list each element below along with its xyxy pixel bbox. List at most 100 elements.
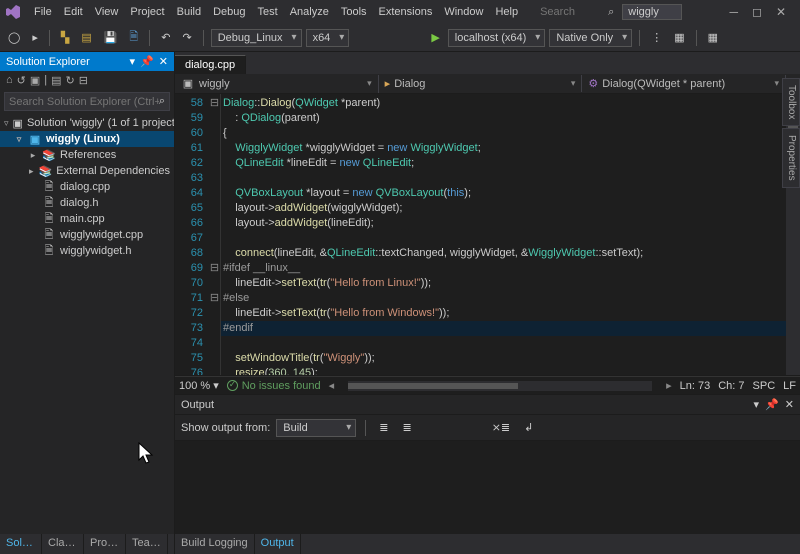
- editor-tab-bar: dialog.cpp: [175, 52, 800, 74]
- vs-logo-icon: [4, 3, 22, 21]
- sln-home-icon[interactable]: ⌂: [6, 74, 13, 87]
- toolbar-extra-3[interactable]: ▦: [704, 28, 722, 47]
- solution-tree[interactable]: ▿ ▣ Solution 'wiggly' (1 of 1 project) ▿…: [0, 113, 174, 534]
- bottom-tab[interactable]: Soluti…: [0, 534, 42, 554]
- output-wrap-icon[interactable]: ↲: [520, 418, 537, 437]
- toolbar-extra-2[interactable]: ▦: [670, 28, 688, 47]
- search-icon[interactable]: ⌕: [608, 6, 614, 19]
- panel-dropdown-icon[interactable]: ▾: [754, 398, 760, 411]
- tree-node[interactable]: 🗎wigglywidget.h: [0, 243, 174, 259]
- window-minimize-icon[interactable]: ─: [729, 5, 738, 19]
- file-icon: 📚: [39, 164, 53, 178]
- window-close-icon[interactable]: ✕: [776, 5, 786, 19]
- search-icon[interactable]: ⌕: [159, 95, 165, 108]
- nav-class[interactable]: ▸Dialog▾: [379, 75, 583, 92]
- output-source-combo[interactable]: Build: [276, 419, 356, 437]
- tree-node[interactable]: ▸📚References: [0, 147, 174, 163]
- menu-project[interactable]: Project: [124, 3, 170, 21]
- check-icon: [227, 380, 238, 391]
- start-debug-button[interactable]: ▶: [427, 28, 443, 47]
- tree-node[interactable]: ▸📚External Dependencies: [0, 163, 174, 179]
- output-body[interactable]: [175, 441, 800, 534]
- save-button[interactable]: 💾: [100, 28, 122, 47]
- indent-indicator[interactable]: SPC: [753, 380, 776, 392]
- config-combo[interactable]: Debug_Linux: [211, 29, 302, 47]
- panel-pin-icon[interactable]: 📌: [140, 55, 154, 68]
- zoom-label: 100 %: [179, 380, 210, 392]
- solution-root[interactable]: ▿ ▣ Solution 'wiggly' (1 of 1 project): [0, 115, 174, 131]
- nav-fwd-button[interactable]: ▸: [28, 28, 42, 47]
- solution-search-input[interactable]: [9, 96, 159, 108]
- menu-view[interactable]: View: [89, 3, 125, 21]
- file-icon: 🗎: [42, 196, 56, 210]
- redo-button[interactable]: ↷: [179, 28, 196, 47]
- output-tool-1[interactable]: ≣: [375, 418, 392, 437]
- sln-showall-icon[interactable]: ▤: [51, 74, 61, 87]
- menu-debug[interactable]: Debug: [207, 3, 251, 21]
- code-surface[interactable]: Dialog::Dialog(QWidget *parent) : QDialo…: [221, 94, 786, 375]
- debug-type-combo[interactable]: Native Only: [549, 29, 632, 47]
- solution-explorer-panel: Solution Explorer ▾ 📌 ✕ ⌂ ↺ ▣ | ▤ ↻ ⊟ ⌕ …: [0, 52, 175, 554]
- platform-combo[interactable]: x64: [306, 29, 350, 47]
- bottom-tab[interactable]: Build Logging: [175, 534, 255, 554]
- horizontal-scrollbar[interactable]: [348, 381, 652, 391]
- global-search-input[interactable]: [540, 6, 600, 18]
- debug-target-combo[interactable]: localhost (x64): [448, 29, 546, 47]
- solution-search[interactable]: ⌕: [4, 92, 170, 111]
- window-maximize-icon[interactable]: ◻: [752, 5, 762, 19]
- side-tab-properties[interactable]: Properties: [782, 128, 800, 188]
- menu-analyze[interactable]: Analyze: [284, 3, 335, 21]
- bottom-tab[interactable]: Team…: [126, 534, 168, 554]
- open-button[interactable]: ▤: [77, 28, 95, 47]
- tree-node[interactable]: 🗎dialog.cpp: [0, 179, 174, 195]
- save-all-button[interactable]: 🗎: [125, 25, 142, 50]
- output-clear-icon[interactable]: ⨯≣: [488, 418, 514, 437]
- sln-scope-icon[interactable]: ▣: [30, 74, 40, 87]
- bottom-tab[interactable]: Output: [255, 534, 301, 554]
- tree-node[interactable]: 🗎main.cpp: [0, 211, 174, 227]
- bottom-tab[interactable]: Class…: [42, 534, 84, 554]
- menu-test[interactable]: Test: [252, 3, 284, 21]
- panel-close-icon[interactable]: ✕: [159, 55, 168, 68]
- project-icon: ▣: [28, 132, 42, 146]
- panel-close-icon[interactable]: ✕: [785, 398, 794, 411]
- line-number-gutter: 58596061626364656667686970717273747576: [175, 94, 209, 375]
- nav-method[interactable]: ⚙Dialog(QWidget * parent)▾: [582, 75, 786, 92]
- menu-help[interactable]: Help: [489, 3, 524, 21]
- new-item-button[interactable]: ▚: [57, 28, 73, 47]
- output-title-label: Output: [181, 399, 214, 411]
- bottom-tab[interactable]: Prope…: [84, 534, 126, 554]
- editor-tab[interactable]: dialog.cpp: [175, 55, 246, 74]
- zoom-control[interactable]: 100 % ▾: [179, 379, 219, 392]
- panel-pin-icon[interactable]: 📌: [765, 398, 779, 411]
- menu-extensions[interactable]: Extensions: [373, 3, 439, 21]
- code-editor[interactable]: 58596061626364656667686970717273747576 ⊟…: [175, 94, 800, 376]
- undo-button[interactable]: ↶: [157, 28, 174, 47]
- toolbar-extra-1[interactable]: ⋮: [647, 28, 666, 47]
- nav-back-button[interactable]: ◯: [4, 28, 24, 47]
- menu-window[interactable]: Window: [438, 3, 489, 21]
- file-icon: 🗎: [42, 228, 56, 242]
- menu-edit[interactable]: Edit: [58, 3, 89, 21]
- side-tab-toolbox[interactable]: Toolbox: [782, 78, 800, 126]
- nav-project[interactable]: ▣wiggly▾: [175, 75, 379, 93]
- editor-status-bar: 100 % ▾ No issues found ◂ ▸ Ln: 73 Ch: 7…: [175, 376, 800, 394]
- tree-node[interactable]: 🗎wigglywidget.cpp: [0, 227, 174, 243]
- menu-build[interactable]: Build: [171, 3, 207, 21]
- project-selector[interactable]: wiggly: [622, 4, 682, 20]
- issues-indicator[interactable]: No issues found: [227, 380, 321, 392]
- solution-root-label: Solution 'wiggly' (1 of 1 project): [27, 117, 174, 129]
- panel-dropdown-icon[interactable]: ▾: [130, 55, 136, 68]
- sln-refresh-icon[interactable]: ↻: [66, 74, 75, 87]
- project-node[interactable]: ▿ ▣ wiggly (Linux): [0, 131, 174, 147]
- output-from-label: Show output from:: [181, 422, 270, 434]
- sln-sync-icon[interactable]: ↺: [17, 74, 26, 87]
- output-tool-2[interactable]: ≣: [399, 418, 416, 437]
- file-icon: 🗎: [42, 244, 56, 258]
- menu-tools[interactable]: Tools: [335, 3, 373, 21]
- eol-indicator[interactable]: LF: [783, 380, 796, 392]
- outlining-margin[interactable]: ⊟⊟⊟: [209, 94, 221, 375]
- menu-file[interactable]: File: [28, 3, 58, 21]
- tree-node[interactable]: 🗎dialog.h: [0, 195, 174, 211]
- sln-collapse-icon[interactable]: ⊟: [79, 74, 88, 87]
